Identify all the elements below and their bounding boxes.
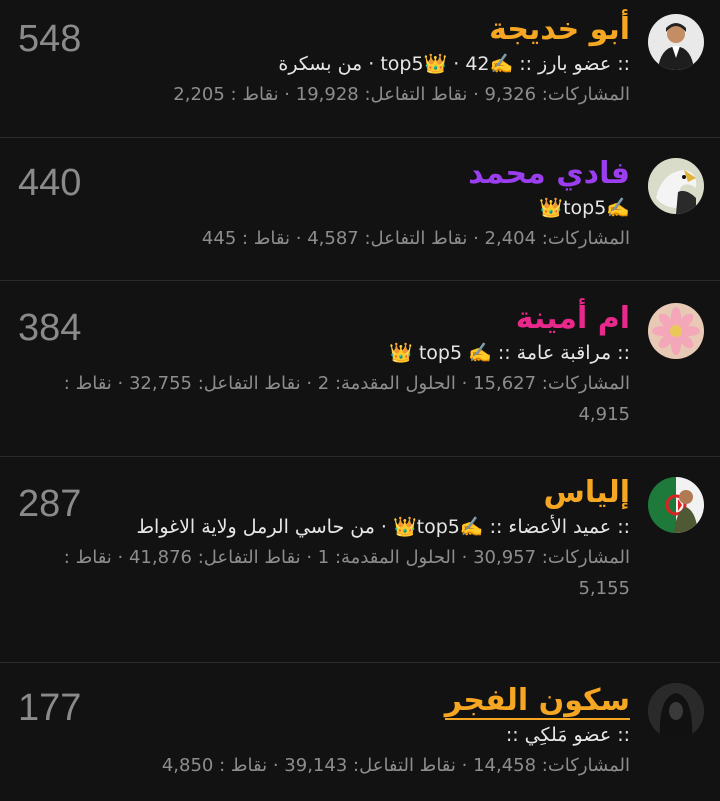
- member-rank-info: :: مراقبة عامة :: ✍️ top5 👑: [389, 342, 630, 364]
- member-stats: المشاركات: 30,957 · الحلول المقدمة: 1 · …: [63, 547, 630, 599]
- flower-avatar[interactable]: [648, 303, 704, 359]
- member-rank-info: ✍️top5👑: [539, 197, 630, 219]
- member-rank-info: :: عضو مَلكِي ::: [505, 724, 630, 746]
- member-ranking-list: 548 أبو خديجة :: عضو بارز :: ✍️top5👑 · 4…: [0, 0, 720, 801]
- member-rank-info: :: عضو بارز :: ✍️top5👑 · 42 · من بسكرة: [278, 53, 630, 75]
- member-stats: المشاركات: 9,326 · نقاط التفاعل: 19,928 …: [173, 84, 630, 105]
- eagle-avatar[interactable]: [648, 158, 704, 214]
- member-stats: المشاركات: 14,458 · نقاط التفاعل: 39,143…: [161, 755, 630, 776]
- member-row[interactable]: 548 أبو خديجة :: عضو بارز :: ✍️top5👑 · 4…: [0, 0, 720, 138]
- member-name[interactable]: ام أمينة: [18, 299, 630, 339]
- member-name[interactable]: سكون الفجر: [18, 681, 630, 721]
- member-row[interactable]: 177 سكون الفجر :: عضو مَلكِي :: المشاركا…: [0, 663, 720, 801]
- member-name[interactable]: أبو خديجة: [18, 10, 630, 50]
- soldier-flag-avatar[interactable]: [648, 477, 704, 533]
- member-row[interactable]: 384 ام أمينة :: مراقبة عامة :: ✍️ top5 👑…: [0, 281, 720, 457]
- member-name[interactable]: إلياس: [18, 473, 630, 513]
- man-in-suit-avatar[interactable]: [648, 14, 704, 70]
- member-row[interactable]: 287 إلياس :: عميد الأعضاء :: ✍️top5👑 · م…: [0, 457, 720, 663]
- member-stats: المشاركات: 15,627 · الحلول المقدمة: 2 · …: [63, 373, 630, 425]
- member-rank-info: :: عميد الأعضاء :: ✍️top5👑 · من حاسي الر…: [136, 516, 630, 538]
- member-name-text[interactable]: سكون الفجر: [444, 683, 630, 720]
- member-name[interactable]: فادي محمد: [18, 154, 630, 194]
- hooded-figure-avatar[interactable]: [648, 683, 704, 739]
- member-row[interactable]: 440 فادي محمد ✍️top5👑 المشاركات: 2,404 ·…: [0, 138, 720, 281]
- member-stats: المشاركات: 2,404 · نقاط التفاعل: 4,587 ·…: [201, 228, 630, 249]
